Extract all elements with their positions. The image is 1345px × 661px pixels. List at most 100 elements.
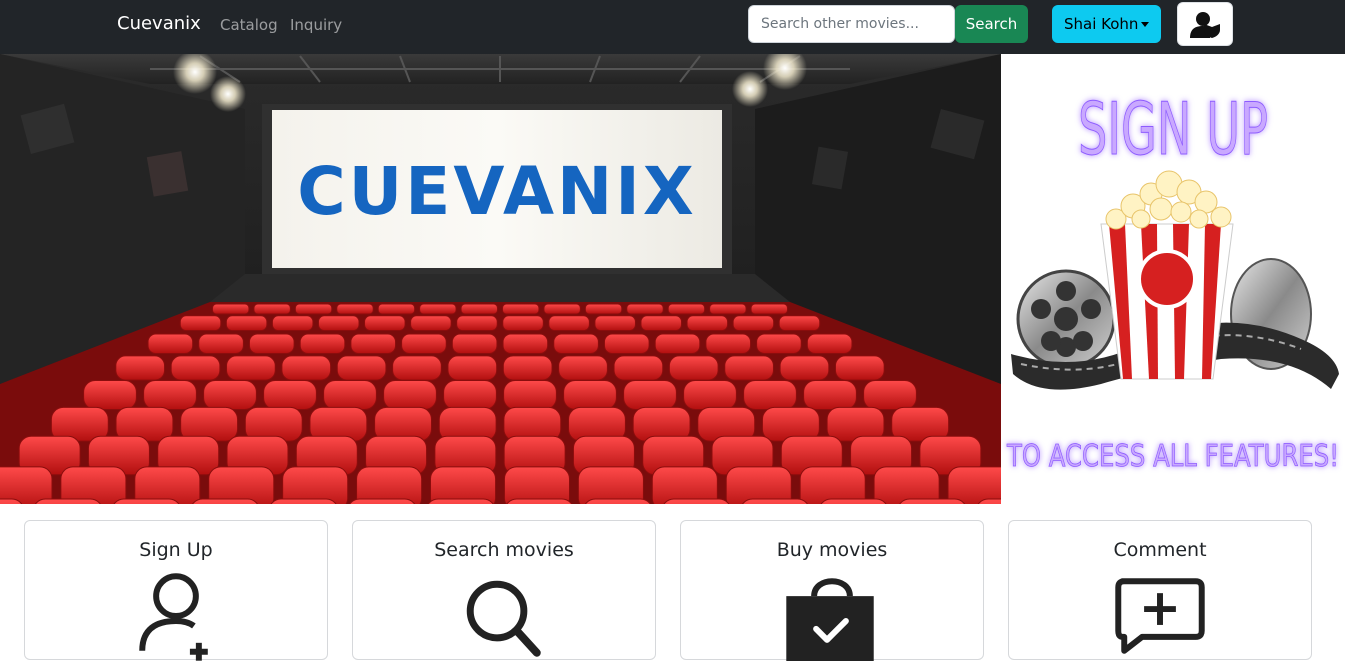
cinema-seat [364,315,406,332]
cinema-seat [34,498,101,504]
cinema-seat [584,498,651,504]
cinema-seat [323,379,377,410]
cinema-seat [460,303,499,315]
user-name: Shai Kohn [1064,15,1139,33]
cinema-seat [709,303,747,315]
cinema-seat [501,303,540,315]
search-input[interactable] [748,5,955,43]
cinema-seat [317,315,360,332]
cinema-seat [756,333,802,355]
cinema-seat [282,466,349,504]
cinema-seat [584,303,623,315]
cinema-seat [686,315,729,332]
cinema-seat [179,315,222,332]
cinema-seat [725,466,792,504]
cinema-seat [705,333,752,355]
cinema-seat [83,379,137,410]
comment-plus-icon [1115,578,1205,654]
user-plus-icon [139,573,208,661]
cinema-seat [506,498,573,504]
cinema-seat [410,315,452,332]
search-icon [466,580,541,657]
cinema-seat [392,355,442,381]
nav-link-inquiry[interactable]: Inquiry [290,16,342,34]
card-search-movies[interactable]: Search movies [352,520,656,660]
cinema-seat [799,466,866,504]
cinema-seat [947,466,1001,504]
cinema-seat [543,303,581,315]
promo-headline: SIGN UP [1078,87,1268,171]
hero-cinema-image: CUEVANIX [0,54,1001,504]
cinema-seat [503,466,570,504]
cinema-seat [594,315,636,332]
cinema-seat [225,315,268,332]
search-button[interactable]: Search [955,5,1028,43]
nav-link-catalog[interactable]: Catalog [220,16,278,34]
caret-down-icon [1141,22,1149,27]
screen-text: CUEVANIX [297,153,696,230]
cinema-seat [640,315,683,332]
cinema-seat [502,315,544,332]
cinema-seat [724,355,774,381]
cinema-seat [778,315,821,332]
cinema-seat [226,355,276,381]
cinema-seat [281,355,332,381]
card-title: Comment [1113,539,1207,561]
cinema-seat [742,498,808,504]
cinema-seat [626,303,664,315]
cinema-seat [401,333,447,355]
cinema-seat [548,315,590,332]
cinema-seat [553,333,599,355]
brand-logo[interactable]: Cuevanix [117,13,201,34]
cinema-seat [803,379,857,410]
card-title: Search movies [434,539,574,561]
cinema-seat [192,498,258,504]
cinema-seat [443,379,497,410]
cinema-seat [863,379,917,410]
cinema-seat [0,466,53,504]
cinema-seat [208,466,275,504]
cinema-seat [667,303,706,315]
navbar: Cuevanix Catalog Inquiry Search Shai Koh… [0,0,1345,54]
cinema-seat [502,333,549,355]
cinema-seat [143,379,197,410]
promo-subline: TO ACCESS ALL FEATURES! [1006,439,1339,474]
cinema-seat [427,498,494,504]
cinema-seat [115,355,166,381]
user-shield-icon [1190,12,1220,38]
cinema-seat [873,466,940,504]
cinema-seat [834,355,885,381]
cinema-seat [263,379,317,410]
user-dropdown-button[interactable]: Shai Kohn [1052,5,1161,43]
cinema-seat [663,498,730,504]
card-buy-movies[interactable]: Buy movies [680,520,984,661]
cinema-seat [383,379,437,410]
cinema-seat [203,379,257,410]
cinema-seat [336,355,387,381]
cinema-seat [577,466,644,504]
cinema-seat [613,355,664,381]
cinema-seat [623,379,677,410]
admin-button[interactable] [1177,2,1233,46]
cinema-seat [503,379,557,410]
cinema-seat [456,315,498,332]
card-title: Sign Up [139,539,213,561]
cinema-seat [732,315,775,332]
card-comment[interactable]: Comment [1008,520,1312,660]
cinema-seat [299,333,346,355]
cinema-seat [170,355,221,381]
cinema-seat [253,303,291,315]
cinema-seat [211,303,250,315]
cinema-seat [558,355,608,381]
card-title: Buy movies [776,539,888,561]
cinema-seat [668,355,719,381]
cinema-seat [294,303,333,315]
cinema-seat [134,466,201,504]
promo-illustration: SIGN UP TO ACCESS ALL FEATURES! [1006,87,1340,475]
card-sign-up[interactable]: Sign Up [24,520,328,661]
cinema-seat [419,303,457,315]
cinema-seat [248,333,295,355]
cinema-illustration: CUEVANIX [0,54,1001,504]
cinema-seat [563,379,617,410]
cinema-seat [147,333,194,355]
